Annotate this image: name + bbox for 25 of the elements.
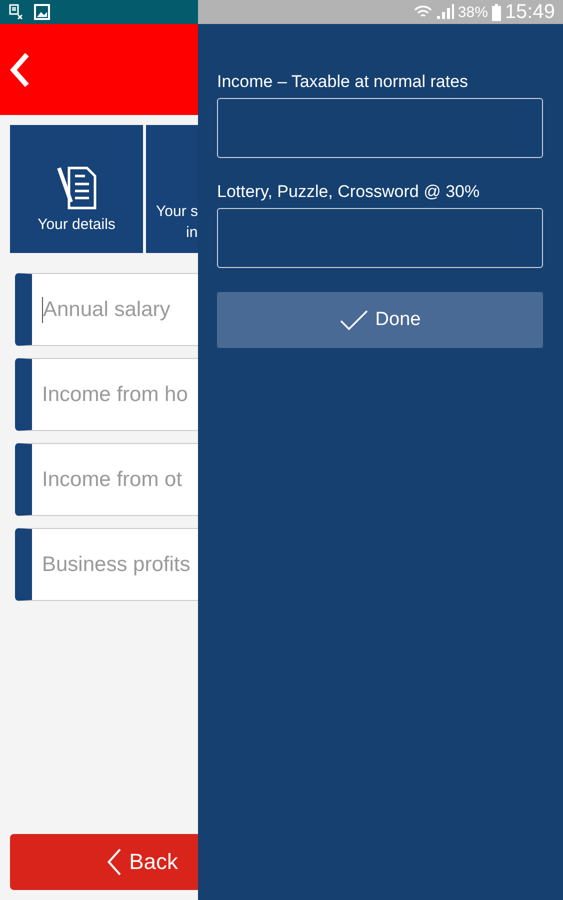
battery-percentage: 38% <box>458 4 488 20</box>
image-icon <box>34 4 50 20</box>
chevron-icon <box>106 848 124 876</box>
input-field[interactable]: Income from ot <box>15 443 198 516</box>
checkmark-icon <box>339 309 370 331</box>
done-button[interactable]: Done <box>217 292 543 348</box>
input-field[interactable]: Business profits <box>15 528 198 601</box>
back-icon[interactable] <box>10 52 30 86</box>
field-label: Income – Taxable at normal rates <box>217 72 470 92</box>
signal-icon <box>436 4 454 20</box>
back-button[interactable]: Back <box>10 834 198 890</box>
document-icon <box>54 164 98 212</box>
battery-icon <box>492 4 501 20</box>
input-field[interactable] <box>217 98 543 158</box>
tile-label: Your details <box>38 216 116 233</box>
input-field[interactable]: Income from ho <box>15 358 198 431</box>
tile-label: Your s <box>156 203 198 220</box>
field-label: Lottery, Puzzle, Crossword @ 30% <box>217 182 481 202</box>
input-field[interactable]: Annual salary <box>15 273 198 346</box>
section-tile[interactable]: Your s in <box>146 125 198 253</box>
document-icon <box>8 4 24 20</box>
section-tile[interactable]: Your details <box>10 125 143 253</box>
input-field[interactable] <box>217 208 543 268</box>
tile-label: in <box>186 224 198 241</box>
clock: 15:49 <box>504 0 555 24</box>
